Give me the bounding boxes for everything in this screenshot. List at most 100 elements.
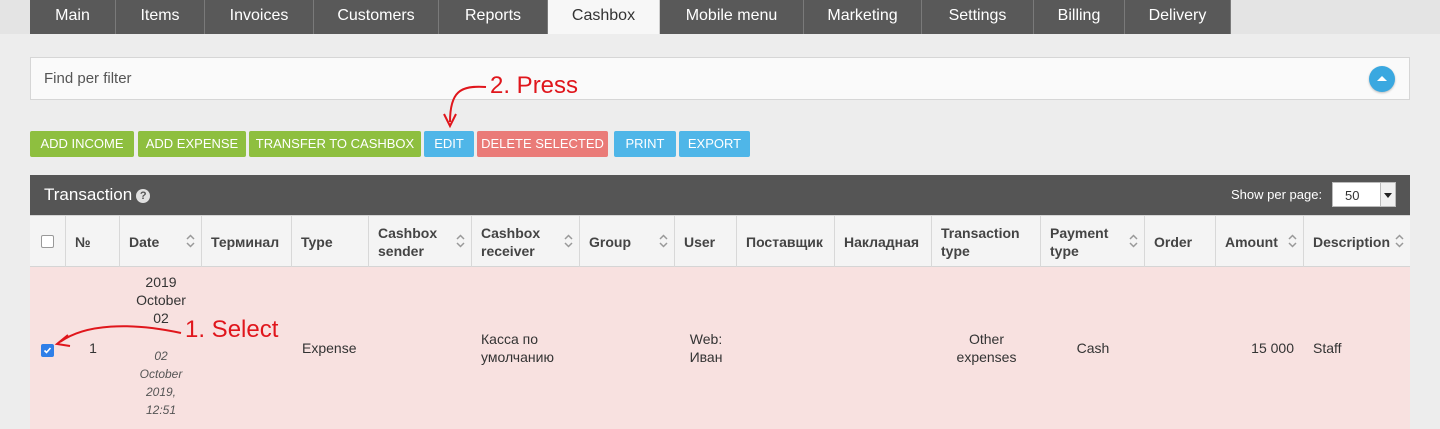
col-amount[interactable]: Amount xyxy=(1216,216,1304,267)
col-user: User xyxy=(675,216,737,267)
arrowhead-edit-icon xyxy=(443,113,457,129)
col-user-label: User xyxy=(684,233,716,250)
sort-icon xyxy=(1288,234,1297,248)
main-tabs: Main Items Invoices Customers Reports Ca… xyxy=(30,0,1231,34)
cell-date: 2019 October 02 02 October 2019, 12:51 xyxy=(120,267,202,429)
checkmark-icon xyxy=(43,347,52,354)
edit-button[interactable]: EDIT xyxy=(424,131,474,157)
tab-settings[interactable]: Settings xyxy=(922,0,1034,34)
col-supplier: Поставщик xyxy=(737,216,835,267)
cell-cashbox-receiver: Касса по умолчанию xyxy=(472,267,580,429)
sort-icon xyxy=(1129,234,1138,248)
col-order: Order xyxy=(1145,216,1216,267)
cell-cashbox-receiver-text: Касса по умолчанию xyxy=(481,331,554,365)
col-cashbox-receiver[interactable]: Cashbox receiver xyxy=(472,216,580,267)
col-cashbox-sender-label: Cashbox sender xyxy=(378,224,438,259)
tab-billing[interactable]: Billing xyxy=(1034,0,1125,34)
col-number-label: № xyxy=(75,233,91,250)
cell-transaction-type-text: Other expenses xyxy=(956,331,1017,365)
col-waybill: Накладная xyxy=(835,216,932,267)
col-type-label: Type xyxy=(301,233,333,250)
annotation-select: 1. Select xyxy=(185,316,279,343)
col-transaction-type-label: Transaction type xyxy=(941,224,1020,259)
table-header: № Date Терминал Type Cashbox sender Cash… xyxy=(30,215,1410,267)
cell-payment-type: Cash xyxy=(1041,267,1145,429)
col-terminal-label: Терминал xyxy=(211,233,280,250)
header-checkbox-cell xyxy=(30,216,66,267)
tab-customers[interactable]: Customers xyxy=(314,0,439,34)
tab-reports[interactable]: Reports xyxy=(439,0,548,34)
cell-group xyxy=(580,267,675,429)
panel-title-text: Transaction xyxy=(44,185,133,204)
export-button[interactable]: EXPORT xyxy=(679,131,750,157)
add-income-button[interactable]: ADD INCOME xyxy=(30,131,134,157)
col-cashbox-sender[interactable]: Cashbox sender xyxy=(369,216,472,267)
row-select-checkbox[interactable] xyxy=(41,344,54,357)
cell-description: Staff xyxy=(1304,267,1410,429)
tab-main[interactable]: Main xyxy=(30,0,116,34)
cell-terminal xyxy=(202,267,292,429)
sort-icon xyxy=(659,234,668,248)
cell-number: 1 xyxy=(66,267,120,429)
cell-waybill xyxy=(835,267,932,429)
col-group[interactable]: Group xyxy=(580,216,675,267)
help-icon[interactable]: ? xyxy=(136,189,151,203)
col-order-label: Order xyxy=(1154,233,1193,250)
transaction-panel-header: Transaction? Show per page: 50 xyxy=(30,175,1410,215)
cell-user: Web: Иван xyxy=(675,267,737,429)
col-terminal: Терминал xyxy=(202,216,292,267)
tab-marketing[interactable]: Marketing xyxy=(804,0,922,34)
col-date-label: Date xyxy=(129,233,160,250)
col-number: № xyxy=(66,216,120,267)
chevron-up-icon xyxy=(1377,76,1387,81)
add-expense-button[interactable]: ADD EXPENSE xyxy=(138,131,246,157)
tab-items[interactable]: Items xyxy=(116,0,205,34)
transfer-to-cashbox-button[interactable]: TRANSFER TO CASHBOX xyxy=(249,131,421,157)
sort-icon xyxy=(456,234,465,248)
sort-icon xyxy=(564,234,573,248)
cell-cashbox-sender xyxy=(369,267,472,429)
caret-down-icon xyxy=(1380,183,1395,206)
per-page-select[interactable]: 50 xyxy=(1332,182,1396,207)
cell-order xyxy=(1145,267,1216,429)
annotation-press: 2. Press xyxy=(490,72,579,99)
col-description[interactable]: Description xyxy=(1304,216,1410,267)
col-supplier-label: Поставщик xyxy=(746,233,823,250)
print-button[interactable]: PRINT xyxy=(614,131,676,157)
cell-amount: 15 000 xyxy=(1216,267,1304,429)
col-type: Type xyxy=(292,216,369,267)
cell-number-text: 1 xyxy=(89,340,97,356)
cell-type: Expense xyxy=(292,267,369,429)
cell-date-detail: 02 October 2019, 12:51 xyxy=(139,349,183,417)
cell-description-text: Staff xyxy=(1313,340,1342,356)
filter-toggle-button[interactable] xyxy=(1369,66,1395,92)
col-transaction-type: Transaction type xyxy=(932,216,1041,267)
sort-icon xyxy=(1395,234,1404,248)
tab-invoices[interactable]: Invoices xyxy=(205,0,314,34)
cell-transaction-type: Other expenses xyxy=(932,267,1041,429)
tab-mobile-menu[interactable]: Mobile menu xyxy=(660,0,804,34)
filter-label: Find per filter xyxy=(44,70,132,87)
tab-delivery[interactable]: Delivery xyxy=(1125,0,1231,34)
col-waybill-label: Накладная xyxy=(844,233,920,250)
col-description-label: Description xyxy=(1313,233,1391,250)
cell-user-text: Web: Иван xyxy=(689,331,723,365)
cell-amount-text: 15 000 xyxy=(1251,340,1294,356)
row-checkbox-cell xyxy=(30,267,66,429)
tab-cashbox[interactable]: Cashbox xyxy=(548,0,660,34)
sort-icon xyxy=(186,234,195,248)
table-row[interactable]: 1 2019 October 02 02 October 2019, 12:51… xyxy=(30,267,1410,429)
col-date[interactable]: Date xyxy=(120,216,202,267)
cell-supplier xyxy=(737,267,835,429)
col-amount-label: Amount xyxy=(1225,233,1278,250)
per-page-value: 50 xyxy=(1345,188,1360,203)
cell-payment-type-text: Cash xyxy=(1076,340,1110,356)
col-payment-type[interactable]: Payment type xyxy=(1041,216,1145,267)
col-group-label: Group xyxy=(589,233,631,250)
top-navigation: Main Items Invoices Customers Reports Ca… xyxy=(0,0,1440,34)
filter-bar[interactable]: Find per filter xyxy=(30,57,1410,100)
delete-selected-button[interactable]: DELETE SELECTED xyxy=(477,131,608,157)
per-page-label: Show per page: xyxy=(1231,187,1323,202)
select-all-checkbox[interactable] xyxy=(41,235,54,248)
cell-type-text: Expense xyxy=(302,340,357,356)
